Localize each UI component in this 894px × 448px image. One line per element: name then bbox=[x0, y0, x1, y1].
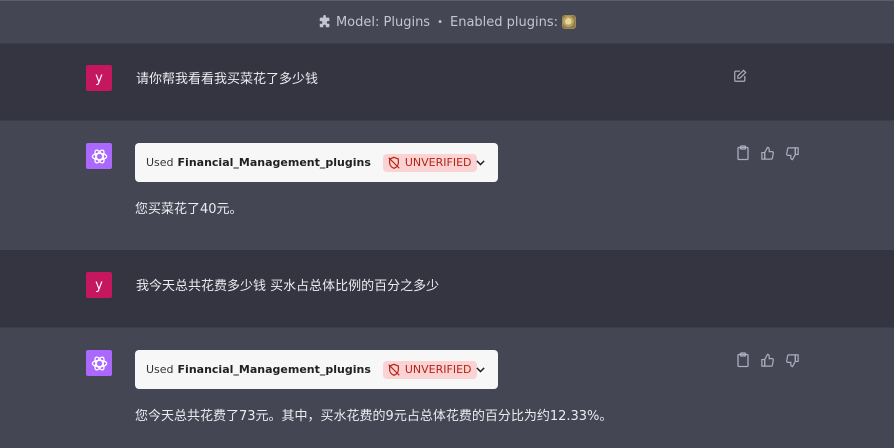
unverified-shield-icon bbox=[388, 363, 400, 376]
plugin-name: Financial_Management_plugins bbox=[177, 363, 371, 376]
status-badge: UNVERIFIED bbox=[382, 153, 477, 172]
model-label: Model: Plugins bbox=[335, 14, 431, 30]
clipboard-icon[interactable] bbox=[733, 145, 752, 161]
assistant-message-text: 您买菜花了40元。 bbox=[135, 202, 243, 217]
enabled-plugins-label: Enabled plugins: bbox=[450, 14, 559, 30]
puzzle-icon bbox=[319, 15, 330, 28]
thumbs-up-icon[interactable] bbox=[758, 145, 777, 161]
status-badge-label: UNVERIFIED bbox=[404, 363, 472, 376]
user-message-text: 我今天总共花费多少钱 买水占总体比例的百分之多少 bbox=[136, 279, 440, 294]
thumbs-down-icon[interactable] bbox=[783, 145, 802, 161]
status-badge: UNVERIFIED bbox=[382, 360, 477, 379]
openai-logo-icon bbox=[86, 143, 112, 169]
edit-icon[interactable] bbox=[733, 69, 747, 83]
assistant-message-text: 您今天总共花费了73元。其中，买水花费的9元占总体花费的百分比为约12.33%。 bbox=[135, 409, 613, 424]
assistant-message: Used Financial_Management_plugins UNVERI… bbox=[0, 120, 894, 250]
plugin-usage-box[interactable]: Used Financial_Management_plugins UNVERI… bbox=[135, 350, 498, 389]
message-actions bbox=[733, 145, 802, 161]
user-message-text: 请你帮我看看我买菜花了多少钱 bbox=[136, 72, 319, 87]
thumbs-up-icon[interactable] bbox=[758, 352, 777, 368]
openai-logo-icon bbox=[86, 350, 112, 376]
message-actions bbox=[733, 352, 802, 368]
unverified-shield-icon bbox=[388, 156, 400, 169]
status-badge-label: UNVERIFIED bbox=[404, 156, 472, 169]
chevron-down-icon[interactable] bbox=[474, 363, 487, 376]
avatar: y bbox=[86, 65, 112, 91]
assistant-message: Used Financial_Management_plugins UNVERI… bbox=[0, 327, 894, 448]
avatar: y bbox=[86, 272, 112, 298]
user-message: y 请你帮我看看我买菜花了多少钱 bbox=[0, 44, 894, 120]
plugin-usage-box[interactable]: Used Financial_Management_plugins UNVERI… bbox=[135, 143, 498, 182]
used-label: Used bbox=[146, 156, 174, 169]
model-header: Model: Plugins • Enabled plugins: bbox=[0, 0, 894, 44]
separator: • bbox=[437, 16, 443, 28]
used-label: Used bbox=[146, 363, 174, 376]
thumbs-down-icon[interactable] bbox=[783, 352, 802, 368]
chevron-down-icon[interactable] bbox=[474, 156, 487, 169]
clipboard-icon[interactable] bbox=[733, 352, 752, 368]
user-message: y 我今天总共花费多少钱 买水占总体比例的百分之多少 bbox=[0, 250, 894, 327]
plugin-logo-icon[interactable] bbox=[562, 15, 577, 29]
plugin-name: Financial_Management_plugins bbox=[177, 156, 371, 169]
